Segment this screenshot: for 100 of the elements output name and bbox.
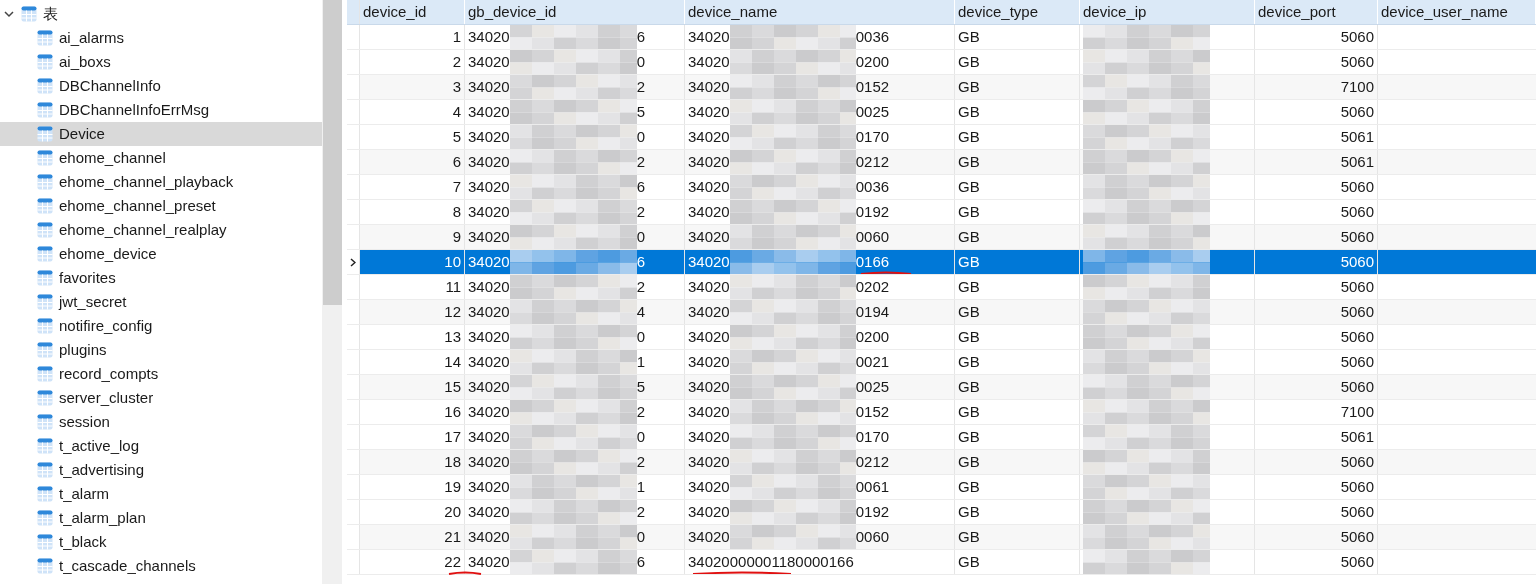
table-cell-text: 5060 <box>1340 301 1374 322</box>
table-cell-text: 21 <box>444 526 461 547</box>
table-cell-text: 34020 <box>468 526 510 547</box>
table-cell-text: 2 <box>636 401 646 422</box>
table-row[interactable]: 6 34020 2 34020 0212 GB 5061 <box>347 150 1536 175</box>
table-cell-text: 2 <box>636 201 646 222</box>
table-cell-text: 0036 <box>855 176 890 197</box>
table-cell-text: 34020 <box>468 426 510 447</box>
table-cell-text: 12 <box>444 301 461 322</box>
table-row[interactable]: 20 34020 2 34020 0192 GB 5060 <box>347 500 1536 525</box>
table-cell-text: 0212 <box>855 151 890 172</box>
table-cell-text: 34020 <box>688 101 730 122</box>
table-cell-text: 5060 <box>1340 551 1374 572</box>
table-row[interactable]: 10 34020 6 34020 0166 GB 5060 <box>347 250 1536 275</box>
table-row[interactable]: 15 34020 5 34020 0025 GB 5060 <box>347 375 1536 400</box>
table-cell-text: 34020 <box>468 201 510 222</box>
tree-item[interactable]: notifire_config <box>0 314 322 338</box>
table-row[interactable]: 4 34020 5 34020 0025 GB 5060 <box>347 100 1536 125</box>
table-cell-text: GB <box>958 76 980 97</box>
table-row[interactable]: 22 34020 6 34020000001180000166 GB 5060 <box>347 550 1536 575</box>
tree-item[interactable]: ehome_channel_realplay <box>0 218 322 242</box>
column-header[interactable]: device_port <box>1255 0 1378 24</box>
tree-item[interactable]: t_alarm <box>0 482 322 506</box>
tree-item[interactable]: ai_boxs <box>0 50 322 74</box>
table-row[interactable]: 12 34020 4 34020 0194 GB 5060 <box>347 300 1536 325</box>
tree-root[interactable]: 表 <box>0 2 322 26</box>
table-row[interactable]: 2 34020 0 34020 0200 GB 5060 <box>347 50 1536 75</box>
table-row[interactable]: 21 34020 0 34020 0060 GB 5060 <box>347 525 1536 550</box>
column-header[interactable]: gb_device_id <box>465 0 685 24</box>
table-icon <box>37 222 53 238</box>
column-header[interactable]: device_id <box>360 0 465 24</box>
tree-item[interactable]: t_black <box>0 530 322 554</box>
table-cell-text: 9 <box>452 226 461 247</box>
tree-item[interactable]: Device <box>0 122 322 146</box>
tree-item[interactable]: ehome_channel_preset <box>0 194 322 218</box>
column-header[interactable]: device_type <box>955 0 1080 24</box>
tree-item[interactable]: ehome_device <box>0 242 322 266</box>
table-cell-text: 0021 <box>855 351 890 372</box>
table-icon <box>37 174 53 190</box>
tree-item[interactable]: server_cluster <box>0 386 322 410</box>
row-header[interactable] <box>347 250 360 274</box>
scrollbar-thumb[interactable] <box>322 0 342 305</box>
table-icon <box>37 102 53 118</box>
tree-item[interactable]: ehome_channel <box>0 146 322 170</box>
tree-item[interactable]: ai_alarms <box>0 26 322 50</box>
tree-item[interactable]: ehome_channel_playback <box>0 170 322 194</box>
column-header[interactable]: device_ip <box>1080 0 1255 24</box>
tree-item[interactable]: t_advertising <box>0 458 322 482</box>
table-cell-text: 34020 <box>688 226 730 247</box>
table-cell-text: 0061 <box>855 476 890 497</box>
table-cell-text: 16 <box>444 401 461 422</box>
table-row[interactable]: 11 34020 2 34020 0202 GB 5060 <box>347 275 1536 300</box>
tree-item[interactable]: DBChannelInfo <box>0 74 322 98</box>
table-cell-text: 34020 <box>688 326 730 347</box>
table-row[interactable]: 13 34020 0 34020 0200 GB 5060 <box>347 325 1536 350</box>
table-icon <box>37 30 53 46</box>
table-cell-text: 34020 <box>468 351 510 372</box>
table-icon <box>37 54 53 70</box>
table-row[interactable]: 8 34020 2 34020 0192 GB 5060 <box>347 200 1536 225</box>
table-cell-text: GB <box>958 51 980 72</box>
table-cell-text: 0202 <box>855 276 890 297</box>
tree-item[interactable]: favorites <box>0 266 322 290</box>
table-cell-text: 34020 <box>468 51 510 72</box>
tree-item[interactable]: DBChannelInfoErrMsg <box>0 98 322 122</box>
table-cell-text: 5060 <box>1340 351 1374 372</box>
column-header[interactable]: device_name <box>685 0 955 24</box>
table-cell-text: 4 <box>452 101 461 122</box>
table-cell-text: 0200 <box>855 326 890 347</box>
table-cell-text: 8 <box>452 201 461 222</box>
table-row[interactable]: 7 34020 6 34020 0036 GB 5060 <box>347 175 1536 200</box>
column-header[interactable]: device_user_name <box>1378 0 1536 24</box>
table-cell-text: 34020 <box>688 526 730 547</box>
table-cell-text: 34020 <box>688 76 730 97</box>
table-cell-text: 0 <box>636 526 646 547</box>
tree-item[interactable]: jwt_secret <box>0 290 322 314</box>
table-row[interactable]: 9 34020 0 34020 0060 GB 5060 <box>347 225 1536 250</box>
table-cell-text: 6 <box>636 251 646 272</box>
tree-item[interactable]: session <box>0 410 322 434</box>
table-cell-text: 6 <box>636 176 646 197</box>
table-row[interactable]: 14 34020 1 34020 0021 GB 5060 <box>347 350 1536 375</box>
tree-item[interactable]: record_compts <box>0 362 322 386</box>
table-cell-text: 7100 <box>1340 401 1374 422</box>
table-icon <box>37 198 53 214</box>
table-row[interactable]: 17 34020 0 34020 0170 GB 5061 <box>347 425 1536 450</box>
table-row[interactable]: 1 34020 6 34020 0036 GB 5060 <box>347 25 1536 50</box>
table-cell-text: 5060 <box>1340 326 1374 347</box>
table-cell-text: 0 <box>636 426 646 447</box>
table-row[interactable]: 16 34020 2 34020 0152 GB 7100 <box>347 400 1536 425</box>
table-cell-text: 34020 <box>468 151 510 172</box>
tree-item[interactable]: t_alarm_plan <box>0 506 322 530</box>
chevron-icon[interactable] <box>3 8 15 20</box>
table-row[interactable]: 3 34020 2 34020 0152 GB 7100 <box>347 75 1536 100</box>
tree-item[interactable]: t_active_log <box>0 434 322 458</box>
table-row[interactable]: 19 34020 1 34020 0061 GB 5060 <box>347 475 1536 500</box>
tree-item[interactable]: t_cascade_channels <box>0 554 322 578</box>
table-row[interactable]: 5 34020 0 34020 0170 GB 5061 <box>347 125 1536 150</box>
tree-item[interactable]: plugins <box>0 338 322 362</box>
table-cell-text: 5 <box>636 376 646 397</box>
table-row[interactable]: 18 34020 2 34020 0212 GB 5060 <box>347 450 1536 475</box>
table-icon <box>37 390 53 406</box>
